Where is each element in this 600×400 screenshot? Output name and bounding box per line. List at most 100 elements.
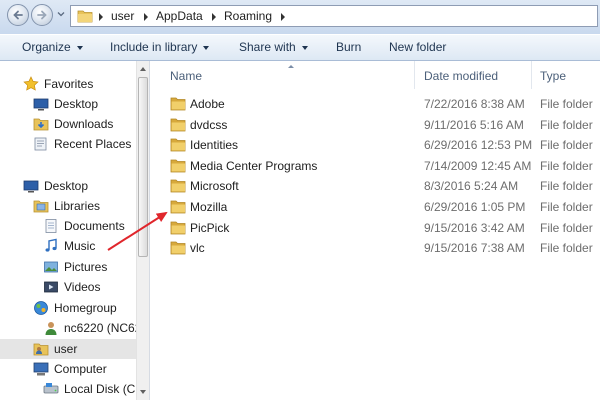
address-bar-area: user AppData Roaming — [0, 0, 600, 34]
nav-libraries-label: Libraries — [54, 199, 101, 213]
include-label: Include in library — [110, 40, 198, 54]
file-row[interactable]: Media Center Programs 7/14/2009 12:45 AM F… — [151, 156, 600, 176]
file-name: Media Center Programs — [190, 158, 318, 173]
file-row[interactable]: Adobe 7/22/2016 8:38 AM File folder — [151, 94, 600, 114]
column-header-name[interactable]: Name — [151, 61, 413, 91]
homegroup-icon — [34, 301, 48, 315]
file-row[interactable]: dvdcss 9/11/2016 5:16 AM File folder — [151, 115, 600, 135]
file-row[interactable]: vlc 9/15/2016 7:38 AM File folder — [151, 238, 600, 258]
folder-icon — [170, 97, 186, 111]
file-date: 9/15/2016 7:38 AM — [424, 241, 525, 256]
pictures-icon — [44, 261, 58, 273]
forward-button[interactable] — [31, 4, 53, 26]
file-date: 7/22/2016 8:38 AM — [424, 97, 525, 111]
nav-user[interactable]: user — [0, 339, 136, 359]
nav-local-disk-label: Local Disk (C: — [64, 382, 139, 396]
command-bar: Organize Include in library Share with B… — [0, 34, 600, 61]
breadcrumb-separator[interactable] — [99, 13, 103, 21]
nav-documents[interactable]: Documents — [0, 216, 136, 236]
folder-icon — [170, 200, 186, 214]
breadcrumb-roaming[interactable]: Roaming — [224, 9, 272, 23]
folder-icon — [77, 10, 93, 23]
nav-downloads-label: Downloads — [54, 117, 114, 131]
star-icon — [23, 76, 39, 91]
nav-scrollbar[interactable] — [136, 61, 149, 400]
file-name: Identities — [190, 138, 239, 153]
nav-pictures[interactable]: Pictures — [0, 257, 136, 277]
nav-desktop[interactable]: Desktop — [0, 176, 136, 196]
nav-nc6220[interactable]: nc6220 (NC62 — [0, 318, 141, 338]
file-type: File folder — [540, 220, 593, 235]
file-type: File folder — [540, 117, 593, 132]
chevron-down-icon — [203, 45, 210, 50]
breadcrumb-appdata[interactable]: AppData — [156, 9, 203, 23]
file-type: File folder — [540, 158, 593, 173]
breadcrumb-user[interactable]: user — [111, 9, 134, 23]
nav-local-disk[interactable]: Local Disk (C: — [0, 379, 139, 399]
scroll-up-arrow-icon[interactable] — [140, 67, 146, 71]
nav-favorites-label: Favorites — [44, 77, 94, 91]
file-date: 6/29/2016 12:53 PM — [424, 138, 533, 153]
address-box[interactable]: user AppData Roaming — [70, 5, 598, 27]
file-type: File folder — [540, 97, 593, 111]
nav-homegroup-label: Homegroup — [54, 301, 117, 315]
nav-videos[interactable]: Videos — [0, 277, 136, 297]
column-header-date[interactable]: Date modified — [415, 61, 533, 91]
column-name-label: Name — [170, 69, 203, 83]
file-date: 8/3/2016 5:24 AM — [424, 179, 519, 194]
nav-downloads[interactable]: Downloads — [0, 114, 136, 134]
folder-icon — [170, 241, 186, 255]
breadcrumb-separator[interactable] — [144, 13, 148, 21]
nav-recent-label: Recent Places — [54, 137, 132, 151]
user-icon — [45, 322, 57, 335]
nav-music[interactable]: Music — [0, 236, 136, 256]
back-button[interactable] — [7, 4, 29, 26]
nav-libraries[interactable]: Libraries — [0, 196, 136, 216]
recent-pages-dropdown[interactable] — [57, 10, 65, 18]
file-row[interactable]: Microsoft 8/3/2016 5:24 AM File folder — [151, 176, 600, 196]
include-in-library-button[interactable]: Include in library — [110, 40, 210, 54]
column-header-type[interactable]: Type — [532, 61, 600, 91]
file-name: dvdcss — [190, 117, 228, 132]
file-row[interactable]: PicPick 9/15/2016 3:42 AM File folder — [151, 218, 600, 238]
file-name: Adobe — [190, 97, 225, 111]
nav-pictures-label: Pictures — [64, 260, 108, 274]
burn-button[interactable]: Burn — [336, 40, 361, 54]
navigation-pane: Favorites Desktop Downloads Recent Place… — [0, 61, 150, 400]
file-type: File folder — [540, 179, 593, 194]
file-name: Mozilla — [190, 200, 228, 214]
column-date-label: Date modified — [424, 69, 499, 83]
file-date: 7/14/2009 12:45 AM — [424, 158, 532, 173]
chevron-down-icon — [301, 45, 308, 50]
folder-icon — [170, 179, 186, 193]
forward-arrow-icon — [37, 10, 47, 20]
organize-button[interactable]: Organize — [22, 40, 83, 54]
file-type: File folder — [540, 200, 593, 214]
share-with-button[interactable]: Share with — [239, 40, 308, 54]
libraries-icon — [33, 200, 49, 213]
file-type: File folder — [540, 241, 593, 256]
file-row[interactable]: Identities 6/29/2016 12:53 PM File folder — [151, 135, 600, 155]
new-folder-button[interactable]: New folder — [389, 40, 446, 54]
breadcrumb-separator[interactable] — [212, 13, 216, 21]
desktop-icon — [23, 180, 39, 193]
file-row[interactable]: Mozilla 6/29/2016 1:05 PM File folder — [151, 197, 600, 217]
nav-desktop-label: Desktop — [44, 179, 89, 193]
nav-homegroup[interactable]: Homegroup — [0, 298, 136, 318]
breadcrumb-separator[interactable] — [281, 13, 285, 21]
nav-recent-places[interactable]: Recent Places — [0, 134, 136, 154]
nav-documents-label: Documents — [64, 219, 125, 233]
file-name: PicPick — [190, 220, 230, 235]
back-arrow-icon — [13, 10, 23, 20]
folder-icon — [170, 138, 186, 152]
nav-computer[interactable]: Computer — [0, 359, 136, 379]
file-name: Microsoft — [190, 179, 239, 194]
folder-icon — [170, 118, 186, 131]
nav-favorites[interactable]: Favorites — [0, 74, 136, 94]
organize-label: Organize — [22, 40, 71, 54]
scroll-down-arrow-icon[interactable] — [140, 390, 146, 394]
user-folder-icon — [33, 343, 49, 356]
hard-drive-icon — [43, 383, 59, 394]
nav-desktop-fav[interactable]: Desktop — [0, 94, 136, 114]
nav-scrollbar-thumb[interactable] — [138, 77, 148, 257]
